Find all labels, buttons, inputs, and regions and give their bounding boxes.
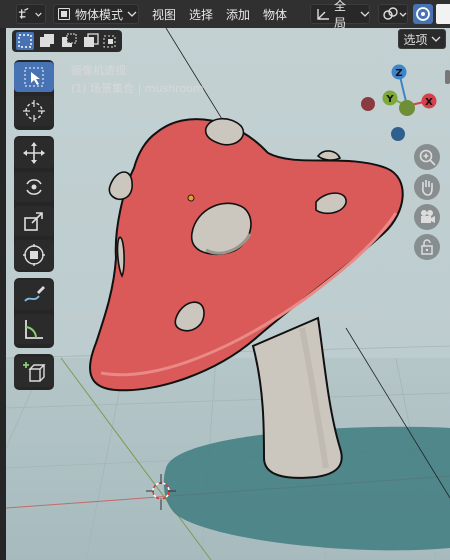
transform-orientation-dropdown[interactable]: 全局 bbox=[310, 0, 370, 30]
measure-icon bbox=[25, 320, 43, 339]
camera-icon bbox=[421, 210, 435, 223]
select-new-button[interactable] bbox=[16, 32, 34, 50]
gizmo-x-label: X bbox=[425, 97, 433, 108]
gizmo-neg-y[interactable] bbox=[399, 100, 415, 116]
select-invert-icon bbox=[84, 33, 99, 47]
camera-view-button[interactable] bbox=[414, 204, 440, 230]
lock-icon bbox=[421, 239, 433, 255]
options-label: 选项 bbox=[403, 32, 428, 47]
object-mode-icon bbox=[58, 8, 70, 20]
move-icon bbox=[23, 142, 45, 164]
editor-type-icon bbox=[18, 7, 42, 19]
snap-icon bbox=[416, 7, 430, 21]
gizmo-z-label: Z bbox=[395, 68, 402, 79]
cursor-tool[interactable] bbox=[14, 96, 54, 126]
chevron-down-icon bbox=[127, 11, 137, 17]
gizmo-neg-x[interactable] bbox=[361, 97, 375, 111]
measure-tool[interactable] bbox=[14, 314, 54, 344]
scene-canvas[interactable]: Z X Y bbox=[6, 28, 450, 560]
select-subtract-icon bbox=[62, 33, 77, 47]
add-cube-icon bbox=[23, 362, 46, 382]
scale-icon bbox=[24, 212, 43, 231]
select-intersect-button[interactable] bbox=[102, 32, 120, 50]
chevron-down-icon bbox=[431, 36, 440, 42]
mode-dropdown[interactable]: 物体模式 bbox=[53, 4, 139, 24]
lock-camera-button[interactable] bbox=[414, 234, 440, 260]
select-extend-button[interactable] bbox=[38, 32, 56, 50]
transform-icon bbox=[23, 244, 45, 266]
pivot-dropdown[interactable] bbox=[378, 4, 408, 24]
select-extend-icon bbox=[40, 34, 54, 47]
gizmo-y-label: Y bbox=[385, 94, 394, 105]
rotate-icon bbox=[26, 179, 42, 195]
hand-pan-icon bbox=[422, 180, 433, 196]
select-subtract-button[interactable] bbox=[60, 32, 78, 50]
3d-viewport[interactable]: Z X Y 选项 摄像机透视 (1) 场景集合 | mushroom bbox=[6, 28, 450, 560]
view-name: 摄像机透视 bbox=[71, 64, 126, 77]
proportional-edit-toggle[interactable] bbox=[436, 4, 450, 24]
menu-select[interactable]: 选择 bbox=[189, 6, 213, 23]
annotate-icon bbox=[24, 286, 45, 302]
scale-tool[interactable] bbox=[14, 206, 54, 236]
orientation-icon bbox=[317, 9, 329, 20]
options-dropdown[interactable]: 选项 bbox=[398, 29, 446, 49]
cursor-icon bbox=[23, 100, 45, 122]
pan-button[interactable] bbox=[414, 174, 440, 200]
gizmo-neg-z[interactable] bbox=[391, 127, 405, 141]
collection-label: (1) 场景集合 | mushroom bbox=[71, 82, 204, 95]
menu-object[interactable]: 物体 bbox=[263, 6, 287, 23]
annotate-tool[interactable] bbox=[14, 280, 54, 310]
object-origin bbox=[187, 194, 195, 202]
mode-label: 物体模式 bbox=[75, 7, 124, 22]
select-box-icon bbox=[24, 67, 44, 87]
move-tool[interactable] bbox=[14, 138, 54, 168]
zoom-icon bbox=[419, 149, 436, 166]
menu-add[interactable]: 添加 bbox=[226, 6, 250, 23]
left-edge-region bbox=[0, 28, 6, 560]
select-invert-button[interactable] bbox=[82, 32, 100, 50]
zoom-button[interactable] bbox=[414, 144, 440, 170]
link-icon bbox=[383, 7, 407, 20]
add-cube-tool[interactable] bbox=[14, 357, 54, 387]
select-mode-bar bbox=[12, 30, 122, 52]
snap-toggle[interactable] bbox=[413, 4, 433, 24]
select-box-tool[interactable] bbox=[14, 62, 54, 92]
editor-type-button[interactable] bbox=[16, 4, 46, 24]
orientation-label: 全局 bbox=[334, 0, 347, 30]
chevron-down-icon bbox=[360, 11, 369, 17]
select-new-icon bbox=[18, 34, 32, 48]
transform-tool[interactable] bbox=[14, 240, 54, 270]
rotate-tool[interactable] bbox=[14, 172, 54, 202]
menu-view[interactable]: 视图 bbox=[152, 6, 176, 23]
viewport-header: 物体模式 视图 选择 添加 物体 全局 bbox=[0, 0, 450, 30]
select-intersect-icon bbox=[103, 35, 116, 48]
sidebar-toggle[interactable] bbox=[445, 70, 450, 84]
